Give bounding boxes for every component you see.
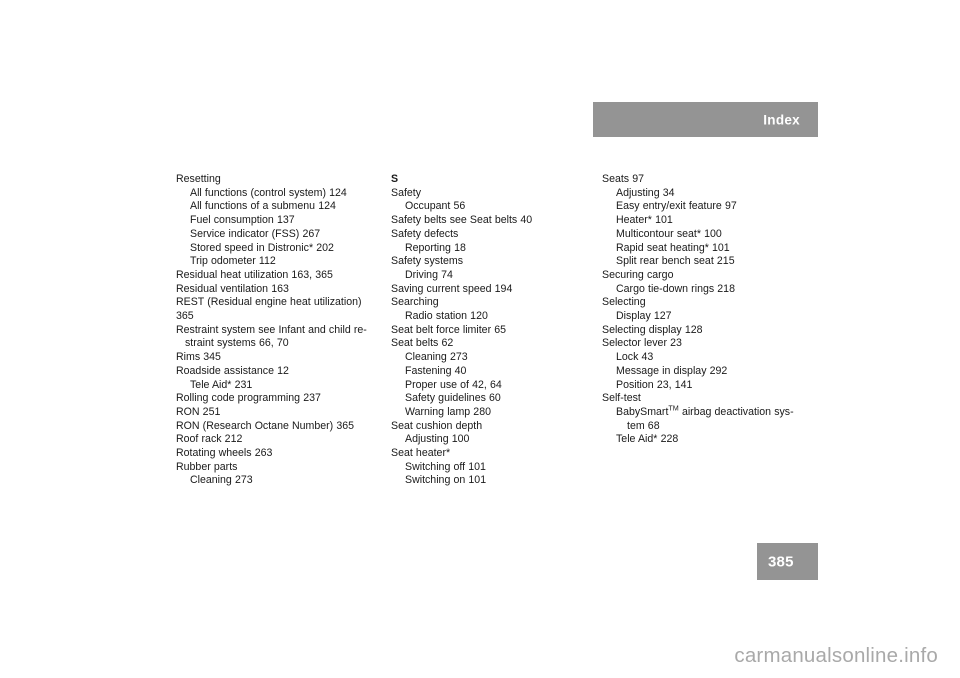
index-entry: Seat heater* bbox=[391, 447, 451, 460]
index-entry: Position 23, 141 bbox=[616, 378, 693, 391]
index-entry: Driving 74 bbox=[405, 268, 453, 281]
index-entry: Saving current speed 194 bbox=[391, 282, 513, 295]
index-entry: Securing cargo bbox=[602, 268, 674, 281]
index-entry: Split rear bench seat 215 bbox=[616, 255, 735, 268]
index-entry: Rolling code programming 237 bbox=[176, 392, 321, 405]
index-entry: Cargo tie-down rings 218 bbox=[616, 282, 735, 295]
index-entry: Rims 345 bbox=[176, 351, 221, 364]
watermark: carmanualsonline.info bbox=[734, 643, 938, 667]
index-entry: Resetting bbox=[176, 173, 221, 185]
index-entry: Adjusting 34 bbox=[616, 186, 675, 199]
index-entry: Service indicator (FSS) 267 bbox=[190, 227, 321, 240]
index-entry: Residual ventilation 163 bbox=[176, 282, 289, 295]
index-page: Index Resetting All functions (control sy… bbox=[0, 0, 960, 678]
index-entry: Occupant 56 bbox=[405, 200, 466, 213]
index-entry: Restraint system see Infant and child re… bbox=[176, 323, 367, 336]
index-entry: Seat belts 62 bbox=[391, 337, 454, 350]
index-entry: Warning lamp 280 bbox=[405, 405, 491, 418]
index-entry: Seats 97 bbox=[602, 173, 645, 185]
index-entry-tail: airbag deactivation sys- bbox=[678, 405, 794, 418]
index-entry: Fuel consumption 137 bbox=[190, 214, 295, 227]
index-entry: tem 68 bbox=[627, 419, 660, 432]
index-entry: Self-test bbox=[602, 392, 641, 405]
index-entry: Roof rack 212 bbox=[176, 433, 243, 446]
index-columns: Resetting All functions (control system) … bbox=[176, 173, 836, 488]
index-entry: Rotating wheels 263 bbox=[176, 447, 273, 460]
index-entry: Tele Aid* 228 bbox=[616, 433, 679, 446]
index-entry: All functions (control system) 124 bbox=[190, 186, 347, 199]
index-entry: Searching bbox=[391, 296, 439, 309]
index-entry: Seat belt force limiter 65 bbox=[391, 323, 507, 336]
index-entry: Selecting bbox=[602, 296, 646, 309]
index-entry: Display 127 bbox=[616, 310, 672, 323]
index-column-1: Resetting All functions (control system) … bbox=[176, 173, 381, 488]
index-entry: RON (Research Octane Number) 365 bbox=[176, 419, 355, 432]
index-entry: Switching on 101 bbox=[405, 474, 487, 487]
index-entry: Multicontour seat* 100 bbox=[616, 227, 722, 240]
index-column-3: Seats 97 Adjusting 34 Easy entry/exit feat… bbox=[602, 173, 807, 447]
page-number: 385 bbox=[768, 553, 794, 570]
page-title: Index bbox=[763, 111, 800, 127]
index-entry: Roadside assistance 12 bbox=[176, 364, 289, 377]
index-entry: Rubber parts bbox=[176, 460, 238, 473]
index-content: Resetting All functions (control system) … bbox=[176, 173, 836, 488]
index-entry: Stored speed in Distronic* 202 bbox=[190, 241, 334, 254]
index-entry: Heater* 101 bbox=[616, 214, 673, 227]
index-entry: Seat cushion depth bbox=[391, 419, 483, 432]
index-entry: Tele Aid* 231 bbox=[190, 378, 253, 391]
index-entry: BabySmartTM airbag deactivation sys- bbox=[616, 403, 794, 418]
index-entry: Selector lever 23 bbox=[602, 337, 682, 350]
index-entry: straint systems 66, 70 bbox=[185, 337, 289, 350]
trademark-superscript: TM bbox=[668, 403, 679, 413]
index-entry: All functions of a submenu 124 bbox=[190, 200, 336, 213]
index-entry: Residual heat utilization 163, 365 bbox=[176, 268, 333, 281]
index-entry: RON 251 bbox=[176, 405, 221, 418]
index-entry: Switching off 101 bbox=[405, 460, 486, 473]
index-entry: Cleaning 273 bbox=[405, 351, 468, 364]
index-entry: Cleaning 273 bbox=[190, 474, 253, 487]
index-entry: Selecting display 128 bbox=[602, 323, 703, 336]
index-entry: REST (Residual engine heat utilization) … bbox=[176, 296, 365, 323]
index-entry: Easy entry/exit feature 97 bbox=[616, 200, 737, 213]
index-entry: Lock 43 bbox=[616, 351, 654, 364]
index-entry: Message in display 292 bbox=[616, 364, 728, 377]
header-banner: Index bbox=[593, 102, 818, 137]
index-section-letter: S bbox=[391, 173, 399, 185]
index-column-2: S Safety Occupant 56 Safety belts see Seat … bbox=[391, 173, 596, 488]
page-number-box: 385 bbox=[757, 543, 818, 580]
index-entry: Safety defects bbox=[391, 227, 459, 240]
index-entry: Safety bbox=[391, 186, 422, 199]
index-entry: Reporting 18 bbox=[405, 241, 466, 254]
index-entry: Fastening 40 bbox=[405, 364, 467, 377]
index-entry: Radio station 120 bbox=[405, 310, 488, 323]
index-entry: Trip odometer 112 bbox=[190, 255, 276, 268]
index-entry: Safety systems bbox=[391, 255, 464, 268]
index-entry: Adjusting 100 bbox=[405, 433, 470, 446]
index-entry: Safety guidelines 60 bbox=[405, 392, 501, 405]
index-entry: Safety belts see Seat belts 40 bbox=[391, 214, 533, 227]
index-entry: Proper use of 42, 64 bbox=[405, 378, 502, 391]
index-entry: Rapid seat heating* 101 bbox=[616, 241, 730, 254]
